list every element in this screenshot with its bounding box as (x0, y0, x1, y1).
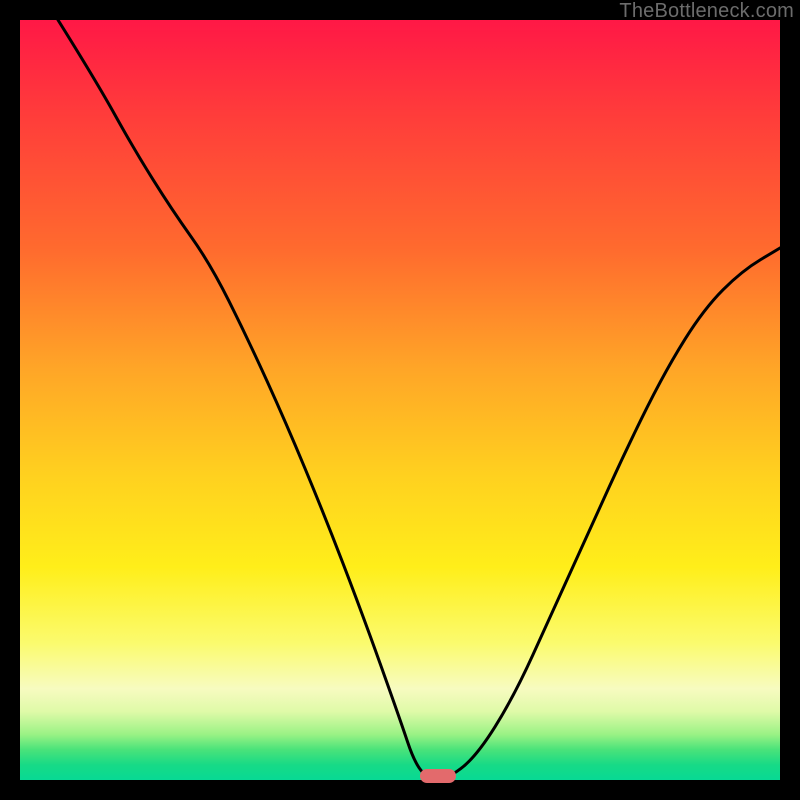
minimum-marker (420, 769, 456, 783)
plot-area (20, 20, 780, 780)
curve-svg (20, 20, 780, 780)
chart-frame: TheBottleneck.com (0, 0, 800, 800)
bottleneck-curve (58, 20, 780, 780)
